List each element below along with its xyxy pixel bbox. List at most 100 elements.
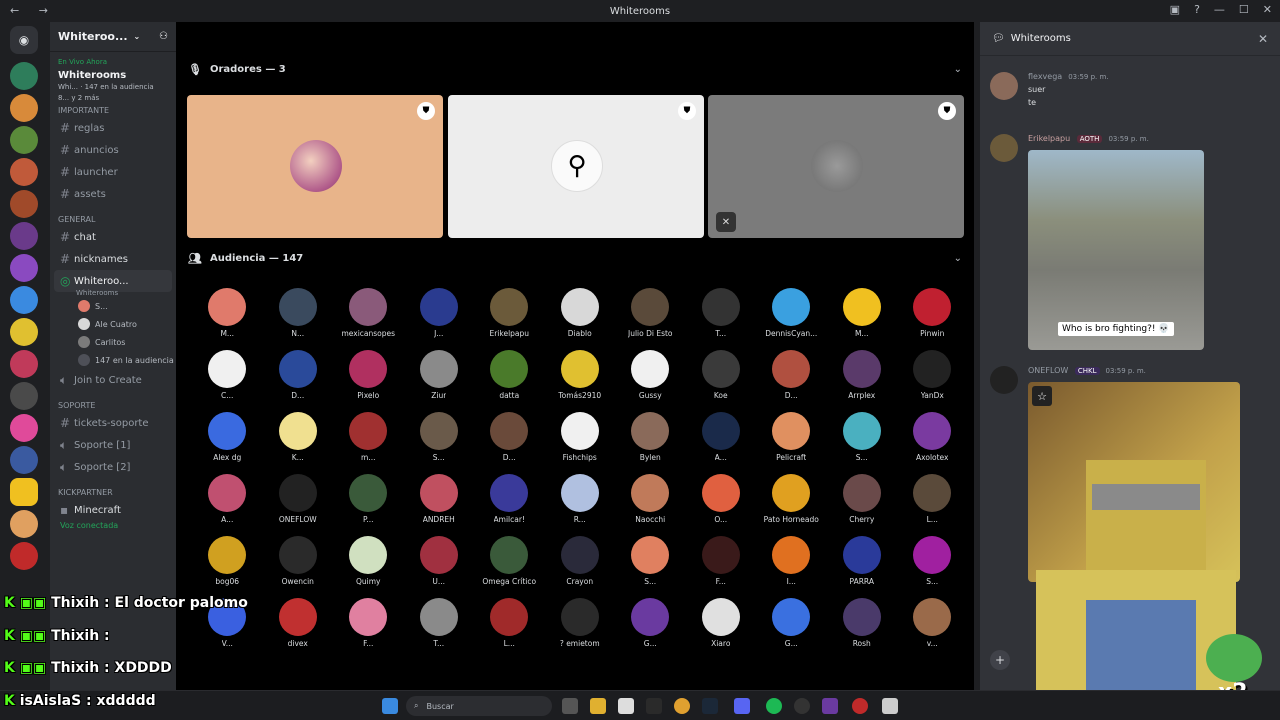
server-icon[interactable]: [10, 222, 38, 250]
audience-member[interactable]: D...: [263, 350, 334, 400]
discord-home-icon[interactable]: ◉: [10, 26, 38, 54]
add-attachment-button[interactable]: +: [990, 650, 1010, 670]
close-icon[interactable]: ✕: [1258, 32, 1268, 46]
audience-member[interactable]: Pixelo: [333, 350, 404, 400]
chevron-down-icon[interactable]: ⌄: [954, 253, 962, 264]
audience-member[interactable]: T...: [686, 288, 757, 338]
audience-member[interactable]: Arrplex: [827, 350, 898, 400]
speaker-tile[interactable]: ⛊: [187, 95, 443, 238]
close-button[interactable]: ✕: [1263, 3, 1272, 16]
channel-nicknames[interactable]: # nicknames: [50, 248, 176, 270]
username[interactable]: Erikelpapu: [1028, 134, 1070, 143]
voice-member[interactable]: Carlitos: [50, 333, 176, 351]
steam-icon[interactable]: [702, 698, 718, 714]
audience-member[interactable]: Julio Di Esto: [615, 288, 686, 338]
chevron-down-icon[interactable]: ⌄: [954, 64, 962, 75]
server-header[interactable]: Whiteroo... ⌄ ⚇: [50, 22, 176, 52]
audience-member[interactable]: Amilcar!: [474, 474, 545, 524]
audience-member[interactable]: Fishchips: [545, 412, 616, 462]
taskview-icon[interactable]: [562, 698, 578, 714]
audience-member[interactable]: P...: [333, 474, 404, 524]
voice-member[interactable]: S...: [50, 297, 176, 315]
server-icon[interactable]: [10, 126, 38, 154]
audience-member[interactable]: Owencin: [263, 536, 334, 586]
audience-member[interactable]: A...: [686, 412, 757, 462]
audience-member[interactable]: Ziur: [404, 350, 475, 400]
audience-member[interactable]: Diablo: [545, 288, 616, 338]
inbox-icon[interactable]: ▣: [1170, 3, 1180, 16]
audience-member[interactable]: L...: [897, 474, 968, 524]
audience-member[interactable]: YanDx: [897, 350, 968, 400]
audience-member[interactable]: Pinwin: [897, 288, 968, 338]
maximize-button[interactable]: ☐: [1239, 3, 1249, 16]
windows-start-icon[interactable]: [382, 698, 398, 714]
audience-member[interactable]: Pato Horneado: [756, 474, 827, 524]
audience-member[interactable]: R...: [545, 474, 616, 524]
server-icon[interactable]: [10, 350, 38, 378]
audience-member[interactable]: S...: [827, 412, 898, 462]
channel-soporte-2[interactable]: 🔈︎ Soporte [2]: [50, 456, 176, 478]
server-icon[interactable]: [10, 414, 38, 442]
minimize-button[interactable]: —: [1214, 3, 1225, 16]
audience-member[interactable]: S...: [897, 536, 968, 586]
server-icon[interactable]: [10, 478, 38, 506]
audience-member[interactable]: D...: [474, 412, 545, 462]
server-icon[interactable]: [10, 62, 38, 90]
audience-member[interactable]: Koe: [686, 350, 757, 400]
speaker-tile[interactable]: ⛊ ✕: [708, 95, 964, 238]
nav-arrows[interactable]: ← →: [10, 4, 56, 17]
audience-member[interactable]: Rosh: [827, 598, 898, 648]
avatar[interactable]: [990, 72, 1018, 100]
audience-member[interactable]: ONEFLOW: [263, 474, 334, 524]
audience-member[interactable]: m...: [333, 412, 404, 462]
audience-member[interactable]: v...: [897, 598, 968, 648]
app-icon[interactable]: [882, 698, 898, 714]
spotify-icon[interactable]: [766, 698, 782, 714]
audience-member[interactable]: D...: [756, 350, 827, 400]
audience-member[interactable]: M...: [192, 288, 263, 338]
avatar[interactable]: [990, 366, 1018, 394]
category-kickpartner[interactable]: KICKPARTNER: [50, 478, 176, 499]
audience-member[interactable]: O...: [686, 474, 757, 524]
channel-launcher[interactable]: # launcher: [50, 161, 176, 183]
server-icon[interactable]: [10, 286, 38, 314]
server-icon[interactable]: [10, 510, 38, 538]
audience-member[interactable]: ANDREH: [404, 474, 475, 524]
channel-join-to-create[interactable]: 🔈︎ Join to Create: [50, 369, 176, 391]
channel-tickets-soporte[interactable]: # tickets-soporte: [50, 412, 176, 434]
audience-member[interactable]: K...: [263, 412, 334, 462]
audience-member[interactable]: bog06: [192, 536, 263, 586]
audience-member[interactable]: G...: [756, 598, 827, 648]
channel-assets[interactable]: # assets: [50, 183, 176, 205]
audience-member[interactable]: divex: [263, 598, 334, 648]
audience-member[interactable]: PARRA: [827, 536, 898, 586]
store-icon[interactable]: [618, 698, 634, 714]
audience-member[interactable]: ? emietom: [545, 598, 616, 648]
gif-attachment[interactable]: Who is bro fighting?! 💀: [1028, 150, 1204, 350]
channel-chat[interactable]: # chat: [50, 226, 176, 248]
server-icon[interactable]: [10, 446, 38, 474]
audience-member[interactable]: datta: [474, 350, 545, 400]
audience-member[interactable]: Cherry: [827, 474, 898, 524]
audience-member[interactable]: N...: [263, 288, 334, 338]
username[interactable]: flexvega: [1028, 72, 1062, 81]
audience-member[interactable]: F...: [333, 598, 404, 648]
audience-member[interactable]: Pelicraft: [756, 412, 827, 462]
avatar[interactable]: [990, 134, 1018, 162]
taskbar-search[interactable]: ⌕ Buscar: [406, 696, 552, 716]
add-friend-icon[interactable]: ⚇: [159, 31, 168, 42]
audience-member[interactable]: mexicansopes: [333, 288, 404, 338]
audience-member[interactable]: Xiaro: [686, 598, 757, 648]
audience-member[interactable]: Naocchi: [615, 474, 686, 524]
category-soporte[interactable]: SOPORTE: [50, 391, 176, 412]
audience-member[interactable]: I...: [756, 536, 827, 586]
audience-member[interactable]: S...: [615, 536, 686, 586]
server-icon[interactable]: [10, 254, 38, 282]
audience-member[interactable]: L...: [474, 598, 545, 648]
star-icon[interactable]: ☆: [1032, 386, 1052, 406]
channel-anuncios[interactable]: # anuncios: [50, 139, 176, 161]
server-icon[interactable]: [10, 382, 38, 410]
category-importante[interactable]: IMPORTANTE: [50, 102, 176, 117]
username[interactable]: ONEFLOW: [1028, 366, 1068, 375]
channel-reglas[interactable]: # reglas: [50, 117, 176, 139]
